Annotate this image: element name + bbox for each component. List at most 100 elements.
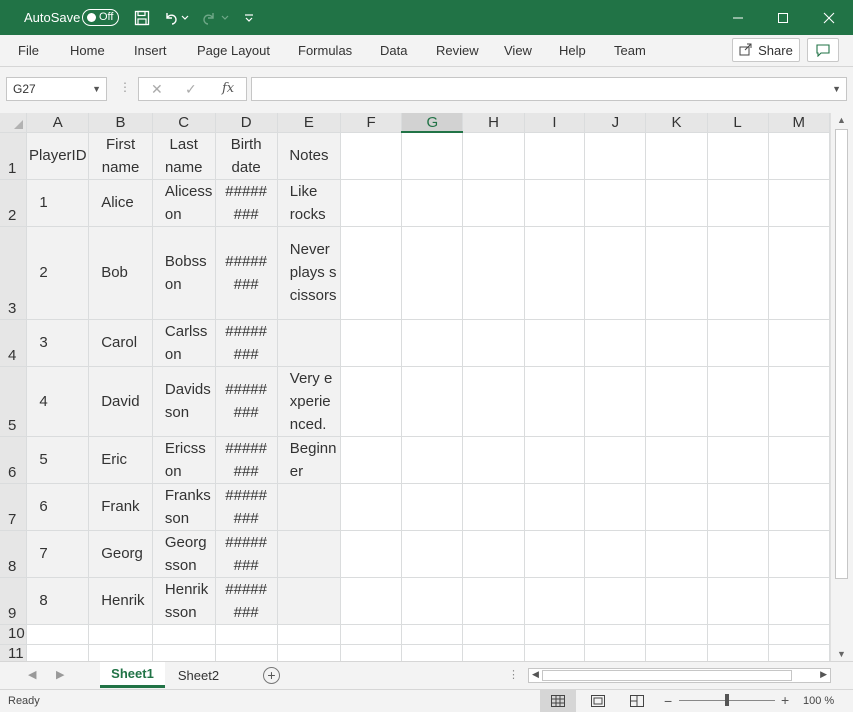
cell-last-name[interactable]: Alicesson [152,179,216,227]
row-header[interactable]: 3 [0,226,28,320]
select-all-corner[interactable] [0,113,28,133]
cell-notes[interactable] [277,577,342,625]
cell-playerid[interactable]: 5 [26,436,90,484]
cell-first-name[interactable]: Carol [88,319,153,367]
cell-last-name[interactable]: Ericsson [152,436,216,484]
comments-button[interactable] [807,38,839,62]
redo-icon[interactable] [199,8,219,28]
cell[interactable] [707,624,769,645]
column-header[interactable]: B [88,113,153,133]
page-break-view-icon[interactable] [619,690,655,712]
cell-last-name[interactable]: Bobsson [152,226,216,320]
cell-notes[interactable]: Like rocks [277,179,342,227]
cell-playerid[interactable]: 6 [26,483,90,531]
name-box[interactable]: G27 ▼ [6,77,107,101]
tab-data[interactable]: Data [380,43,407,58]
cell[interactable] [584,483,647,531]
cell[interactable] [707,179,769,227]
cell-playerid[interactable]: 4 [26,366,90,437]
save-icon[interactable] [132,8,152,28]
cell-last-name[interactable]: Davidsson [152,366,216,437]
cell[interactable] [401,366,464,437]
cell[interactable] [462,577,525,625]
cell[interactable] [524,366,586,437]
scroll-thumb[interactable] [835,129,848,579]
cell[interactable] [88,624,153,645]
scroll-right-icon[interactable]: ▶ [820,669,827,680]
tab-help[interactable]: Help [559,43,586,58]
hscroll-thumb[interactable] [542,670,792,681]
normal-view-icon[interactable] [540,690,576,712]
cell[interactable] [768,644,830,661]
cell[interactable] [524,179,586,227]
chevron-down-icon[interactable]: ▼ [92,84,101,94]
cell[interactable] [340,179,403,227]
cell[interactable] [462,436,525,484]
zoom-in-icon[interactable]: + [781,692,789,708]
column-header-selected[interactable]: G [401,113,464,133]
undo-icon[interactable] [161,8,181,28]
header-birth-date[interactable]: Birth date [215,132,278,180]
tab-page-layout[interactable]: Page Layout [197,43,270,58]
zoom-thumb[interactable] [725,694,729,706]
cell[interactable] [768,366,830,437]
column-header[interactable]: C [152,113,216,133]
cell[interactable] [340,436,403,484]
cell[interactable] [524,319,586,367]
scroll-down-icon[interactable]: ▼ [837,649,846,659]
cell[interactable] [340,644,403,661]
cell-birth-date[interactable]: ######## [215,577,278,625]
tab-formulas[interactable]: Formulas [298,43,352,58]
cell[interactable] [707,483,769,531]
cell[interactable] [462,483,525,531]
cell[interactable] [462,319,525,367]
cell-notes[interactable] [277,530,342,578]
cell[interactable] [152,644,216,661]
row-header[interactable]: 7 [0,483,28,531]
cell[interactable] [401,132,464,180]
cell[interactable] [401,577,464,625]
maximize-icon[interactable] [760,0,806,35]
enter-icon[interactable]: ✓ [185,81,197,98]
close-icon[interactable] [806,0,852,35]
cell[interactable] [462,179,525,227]
cell[interactable] [707,132,769,180]
column-header[interactable]: A [26,113,90,133]
column-header[interactable]: J [584,113,647,133]
cell-first-name[interactable]: Frank [88,483,153,531]
column-header[interactable]: H [462,113,525,133]
expand-formula-icon[interactable]: ▼ [832,84,841,94]
cell[interactable] [524,624,586,645]
insert-function-icon[interactable]: fx [222,81,234,96]
cell[interactable] [340,226,403,320]
cell[interactable] [401,483,464,531]
cell[interactable] [584,577,647,625]
row-header[interactable]: 10 [0,624,28,645]
formula-input[interactable]: ▼ [251,77,847,101]
tab-splitter-icon[interactable]: ⋮ [508,668,519,681]
cell-notes[interactable] [277,319,342,367]
cell[interactable] [462,226,525,320]
cell-last-name[interactable]: Franksson [152,483,216,531]
cell[interactable] [584,436,647,484]
zoom-out-icon[interactable]: − [664,693,672,709]
cell[interactable] [768,226,830,320]
cell-first-name[interactable]: Alice [88,179,153,227]
cell[interactable] [768,483,830,531]
cell[interactable] [584,644,647,661]
cell[interactable] [524,132,586,180]
sheet-tab-sheet1[interactable]: Sheet1 [100,662,165,688]
cell[interactable] [401,179,464,227]
cell-notes[interactable]: Very experienced. [277,366,342,437]
cell[interactable] [645,132,708,180]
header-notes[interactable]: Notes [277,132,342,180]
cell[interactable] [462,132,525,180]
cell[interactable] [645,483,708,531]
undo-dropdown-icon[interactable] [179,8,191,28]
cell[interactable] [152,624,216,645]
cell[interactable] [768,624,830,645]
cell[interactable] [401,226,464,320]
cell-last-name[interactable]: Georgsson [152,530,216,578]
cell-first-name[interactable]: Eric [88,436,153,484]
cell[interactable] [340,530,403,578]
